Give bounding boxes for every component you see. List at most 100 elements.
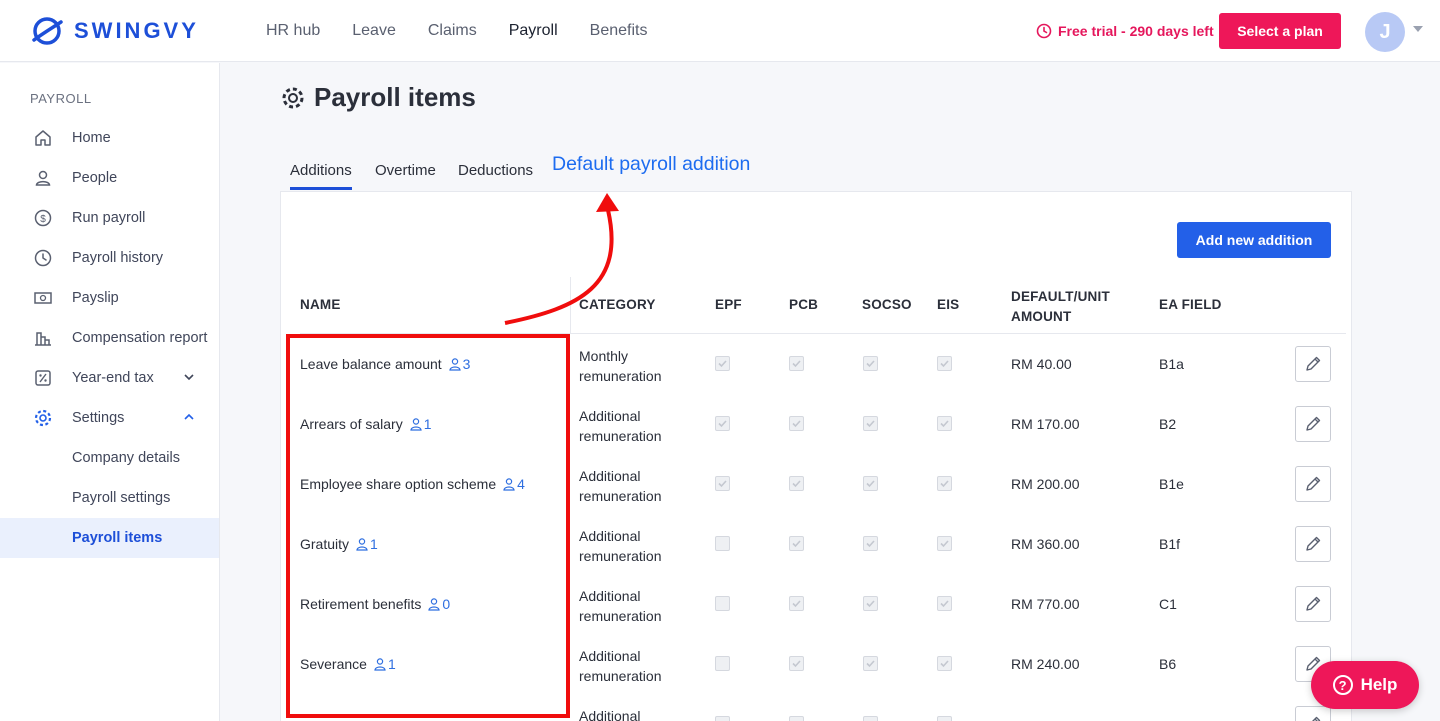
sidebar-item-company-details[interactable]: Company details	[0, 438, 219, 478]
column-header-eis: EIS	[937, 297, 960, 312]
sidebar-item-label: Payroll settings	[72, 490, 171, 506]
sidebar-item-payroll-history[interactable]: Payroll history	[0, 238, 219, 278]
page-title: Payroll items	[280, 82, 476, 113]
sidebar-item-people[interactable]: People	[0, 158, 219, 198]
item-category: Monthly remuneration	[579, 346, 689, 386]
epf-checkbox	[715, 656, 730, 671]
add-new-addition-button[interactable]: Add new addition	[1177, 222, 1331, 258]
item-category-line2: remuneration	[579, 368, 662, 384]
sidebar-item-label: Payroll items	[72, 530, 163, 546]
column-header-pcb: PCB	[789, 297, 819, 312]
column-divider	[570, 277, 571, 333]
sidebar-item-year-end-tax[interactable]: Year-end tax	[0, 358, 219, 398]
tab-overtime[interactable]: Overtime	[375, 162, 436, 179]
sidebar-item-label: Compensation report	[72, 330, 208, 346]
swingvy-logo-icon	[32, 17, 63, 45]
item-category-line1: Additional	[579, 648, 641, 664]
column-header-amount-line2: AMOUNT	[1011, 309, 1072, 324]
gear-icon	[282, 87, 304, 108]
item-category-line1: Additional	[579, 588, 641, 604]
sidebar-item-label: Run payroll	[72, 210, 146, 226]
ea-field: B2	[1159, 416, 1177, 432]
item-category-line2: remuneration	[579, 548, 662, 564]
nav-benefits[interactable]: Benefits	[590, 22, 648, 40]
column-header-category: CATEGORY	[579, 297, 656, 312]
annotation-label: Default payroll addition	[552, 153, 751, 175]
edit-button[interactable]	[1295, 586, 1331, 622]
question-icon: ?	[1332, 675, 1353, 695]
default-amount: RM 360.00	[1011, 536, 1080, 552]
top-bar: SWINGVY HR hub Leave Claims Payroll Bene…	[0, 0, 1440, 62]
eis-checkbox	[937, 536, 952, 551]
sidebar-item-payroll-settings[interactable]: Payroll settings	[0, 478, 219, 518]
epf-checkbox	[715, 716, 730, 721]
item-category-line2: remuneration	[579, 488, 662, 504]
nav-payroll[interactable]: Payroll	[509, 22, 558, 40]
trial-status: Free trial - 290 days left	[1036, 23, 1214, 39]
eis-checkbox	[937, 656, 952, 671]
edit-button[interactable]	[1295, 406, 1331, 442]
tab-deductions[interactable]: Deductions	[458, 162, 533, 179]
select-plan-button[interactable]: Select a plan	[1219, 13, 1341, 49]
sidebar-heading: PAYROLL	[30, 91, 92, 106]
avatar[interactable]: J	[1365, 12, 1405, 52]
sidebar-item-run-payroll[interactable]: $ Run payroll	[0, 198, 219, 238]
column-header-amount: DEFAULT/UNIT AMOUNT	[1011, 287, 1121, 327]
nav-claims[interactable]: Claims	[428, 22, 477, 40]
socso-checkbox	[863, 716, 878, 721]
sidebar-item-compensation-report[interactable]: Compensation report	[0, 318, 219, 358]
sidebar-item-label: Year-end tax	[72, 370, 154, 386]
history-icon	[34, 249, 52, 267]
sidebar-item-settings[interactable]: Settings	[0, 398, 219, 438]
item-category: Additional remuneration	[579, 646, 689, 686]
sidebar-item-payroll-items[interactable]: Payroll items	[0, 518, 219, 558]
tab-additions[interactable]: Additions	[290, 162, 352, 190]
ea-field: C1	[1159, 596, 1177, 612]
item-category-line2: remuneration	[579, 668, 662, 684]
default-amount: RM 240.00	[1011, 656, 1080, 672]
sidebar-item-home[interactable]: Home	[0, 118, 219, 158]
item-category-line2: remuneration	[579, 608, 662, 624]
nav-hr-hub[interactable]: HR hub	[266, 22, 320, 40]
help-label: Help	[1360, 675, 1398, 694]
column-header-name: NAME	[300, 297, 341, 312]
banknote-icon	[34, 292, 52, 304]
eis-checkbox	[937, 596, 952, 611]
socso-checkbox	[863, 596, 878, 611]
epf-checkbox	[715, 356, 730, 371]
bar-chart-icon	[35, 332, 51, 346]
item-category: Additional remuneration	[579, 586, 689, 626]
highlight-box	[286, 334, 570, 718]
default-amount: RM 770.00	[1011, 596, 1080, 612]
pcb-checkbox	[789, 536, 804, 551]
column-header-epf: EPF	[715, 297, 742, 312]
gear-icon	[34, 409, 52, 427]
chevron-up-icon[interactable]	[182, 410, 196, 424]
brand-name: SWINGVY	[74, 18, 199, 43]
page-title-text: Payroll items	[314, 82, 476, 112]
pcb-checkbox	[789, 656, 804, 671]
item-category-line1: Additional	[579, 468, 641, 484]
ea-field: B1a	[1159, 356, 1184, 372]
edit-button[interactable]	[1295, 346, 1331, 382]
epf-checkbox	[715, 416, 730, 431]
eis-checkbox	[937, 476, 952, 491]
edit-button[interactable]	[1295, 466, 1331, 502]
help-button[interactable]: ? Help	[1311, 661, 1419, 709]
edit-button[interactable]	[1295, 706, 1331, 721]
chevron-down-icon[interactable]	[1413, 26, 1423, 32]
chevron-down-icon[interactable]	[182, 370, 196, 384]
eis-checkbox	[937, 356, 952, 371]
socso-checkbox	[863, 476, 878, 491]
swingvy-logo[interactable]: SWINGVY	[30, 14, 199, 48]
ea-field: B6	[1159, 656, 1177, 672]
epf-checkbox	[715, 596, 730, 611]
trial-text: Free trial - 290 days left	[1058, 23, 1214, 39]
pencil-icon	[1306, 536, 1321, 551]
edit-button[interactable]	[1295, 526, 1331, 562]
ea-field: B1e	[1159, 476, 1184, 492]
sidebar-item-payslip[interactable]: Payslip	[0, 278, 219, 318]
nav-leave[interactable]: Leave	[352, 22, 396, 40]
eis-checkbox	[937, 716, 952, 721]
percent-icon	[35, 370, 51, 386]
